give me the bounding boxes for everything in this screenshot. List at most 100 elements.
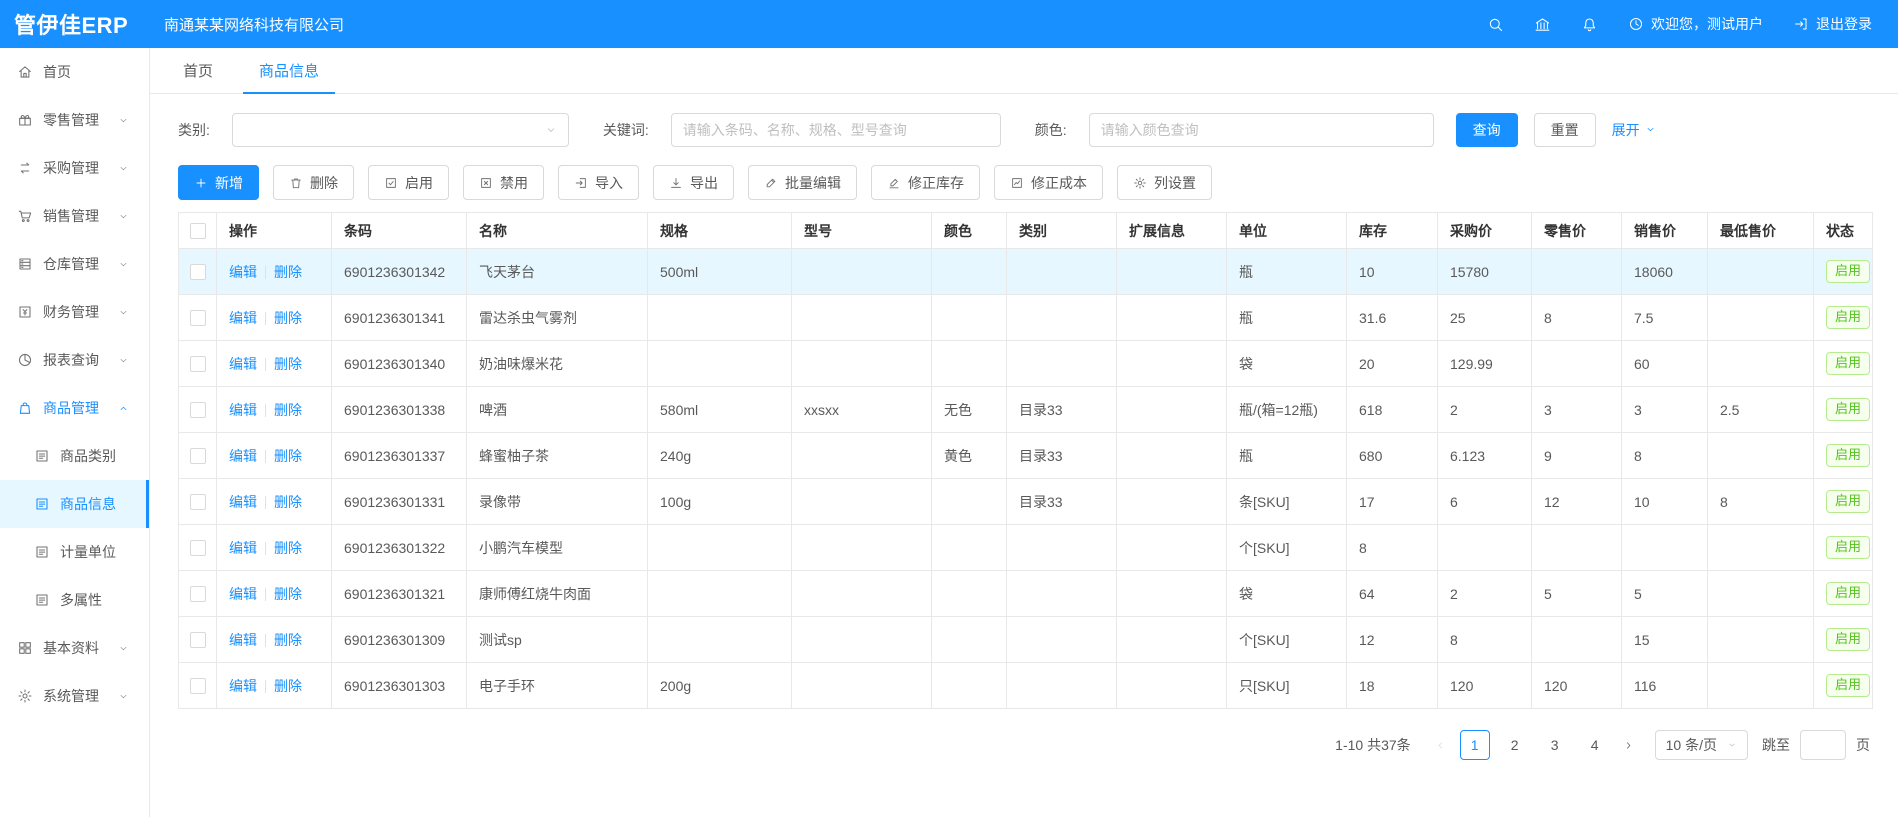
page-button-2[interactable]: 2: [1500, 730, 1530, 760]
bank-icon[interactable]: [1534, 16, 1551, 33]
link-divider: [265, 634, 266, 647]
enable-button[interactable]: 启用: [368, 165, 449, 200]
delete-link[interactable]: 删除: [274, 402, 302, 418]
add-button[interactable]: 新增: [178, 165, 259, 200]
row-checkbox[interactable]: [190, 448, 206, 464]
edit-link[interactable]: 编辑: [229, 494, 257, 510]
cell-retail_price: 9: [1532, 433, 1622, 479]
delete-link[interactable]: 删除: [274, 310, 302, 326]
logout-text: 退出登录: [1816, 14, 1872, 34]
fix-cost-button[interactable]: 修正成本: [994, 165, 1103, 200]
edit-link[interactable]: 编辑: [229, 540, 257, 556]
delete-link[interactable]: 删除: [274, 356, 302, 372]
sidebar-item-attributes[interactable]: 多属性: [0, 576, 149, 624]
bell-icon[interactable]: [1581, 16, 1598, 33]
filter-bar: 类别: 关键词: 颜色: 查询 重置 展开: [178, 94, 1870, 165]
cell-actions: 编辑 删除: [217, 341, 332, 387]
edit-link[interactable]: 编辑: [229, 310, 257, 326]
fix-stock-button[interactable]: 修正库存: [871, 165, 980, 200]
row-checkbox[interactable]: [190, 310, 206, 326]
table-row: 编辑删除6901236301338啤酒580mlxxsxx无色目录33瓶/(箱=…: [179, 387, 1873, 433]
page-button-3[interactable]: 3: [1540, 730, 1570, 760]
home-icon: [17, 64, 33, 80]
cell-barcode: 6901236301342: [332, 249, 467, 295]
sidebar-item-basic-data[interactable]: 基本资料: [0, 624, 149, 672]
import-button[interactable]: 导入: [558, 165, 639, 200]
welcome-user[interactable]: 欢迎您，测试用户: [1628, 14, 1763, 34]
edit-link[interactable]: 编辑: [229, 678, 257, 694]
column-settings-button[interactable]: 列设置: [1117, 165, 1212, 200]
row-checkbox[interactable]: [190, 678, 206, 694]
trash-icon: [289, 176, 303, 190]
cell-model: [792, 663, 932, 709]
export-button[interactable]: 导出: [653, 165, 734, 200]
sidebar-item-purchase[interactable]: 采购管理: [0, 144, 149, 192]
delete-link[interactable]: 删除: [274, 632, 302, 648]
logout-button[interactable]: 退出登录: [1793, 14, 1872, 34]
keyword-input[interactable]: [671, 113, 1001, 147]
row-checkbox[interactable]: [190, 494, 206, 510]
select-all-checkbox[interactable]: [190, 223, 206, 239]
sidebar-item-home[interactable]: 首页: [0, 48, 149, 96]
chevron-down-icon: [118, 115, 129, 126]
sidebar-item-warehouse[interactable]: 仓库管理: [0, 240, 149, 288]
app-logo: 管伊佳ERP: [14, 8, 164, 40]
button-label: 导入: [595, 173, 623, 193]
column-header: 库存: [1347, 213, 1438, 249]
tab-goods-info[interactable]: 商品信息: [243, 48, 335, 93]
delete-link[interactable]: 删除: [274, 586, 302, 602]
tab-home[interactable]: 首页: [167, 48, 229, 93]
sidebar-item-goods-category[interactable]: 商品类别: [0, 432, 149, 480]
edit-link[interactable]: 编辑: [229, 402, 257, 418]
row-checkbox[interactable]: [190, 632, 206, 648]
jump-page-input[interactable]: [1800, 730, 1846, 760]
batch-edit-button[interactable]: 批量编辑: [748, 165, 857, 200]
delete-button[interactable]: 删除: [273, 165, 354, 200]
sidebar-item-finance[interactable]: 财务管理: [0, 288, 149, 336]
cell-color: [932, 341, 1007, 387]
sidebar-item-units[interactable]: 计量单位: [0, 528, 149, 576]
edit-link[interactable]: 编辑: [229, 448, 257, 464]
sidebar-item-retail[interactable]: 零售管理: [0, 96, 149, 144]
chevron-down-icon: [118, 259, 129, 270]
cell-color: 无色: [932, 387, 1007, 433]
sidebar-item-reports[interactable]: 报表查询: [0, 336, 149, 384]
edit-link[interactable]: 编辑: [229, 632, 257, 648]
delete-link[interactable]: 删除: [274, 540, 302, 556]
page-button-1[interactable]: 1: [1460, 730, 1490, 760]
row-checkbox[interactable]: [190, 586, 206, 602]
color-input[interactable]: [1089, 113, 1434, 147]
delete-link[interactable]: 删除: [274, 678, 302, 694]
sidebar: 首页零售管理采购管理销售管理仓库管理财务管理报表查询商品管理商品类别商品信息计量…: [0, 48, 150, 817]
edit-link[interactable]: 编辑: [229, 264, 257, 280]
cell-color: [932, 617, 1007, 663]
row-checkbox[interactable]: [190, 356, 206, 372]
page-button-4[interactable]: 4: [1580, 730, 1610, 760]
list-icon: [34, 592, 50, 608]
row-checkbox[interactable]: [190, 402, 206, 418]
row-checkbox[interactable]: [190, 540, 206, 556]
disable-button[interactable]: 禁用: [463, 165, 544, 200]
reset-button[interactable]: 重置: [1534, 113, 1596, 147]
row-checkbox[interactable]: [190, 264, 206, 280]
delete-link[interactable]: 删除: [274, 264, 302, 280]
delete-link[interactable]: 删除: [274, 494, 302, 510]
search-button[interactable]: 查询: [1456, 113, 1518, 147]
cell-min_price: 2.5: [1708, 387, 1814, 433]
cell-status: 启用: [1814, 525, 1873, 571]
edit-link[interactable]: 编辑: [229, 356, 257, 372]
next-page-button[interactable]: [1615, 731, 1643, 759]
prev-page-button[interactable]: [1427, 731, 1455, 759]
search-icon[interactable]: [1487, 16, 1504, 33]
company-name: 南通某某网络科技有限公司: [164, 14, 344, 35]
sidebar-item-system[interactable]: 系统管理: [0, 672, 149, 720]
delete-link[interactable]: 删除: [274, 448, 302, 464]
edit-link[interactable]: 编辑: [229, 586, 257, 602]
category-select[interactable]: [232, 113, 569, 147]
cell-color: [932, 571, 1007, 617]
sidebar-item-sales[interactable]: 销售管理: [0, 192, 149, 240]
sidebar-item-goods-info[interactable]: 商品信息: [0, 480, 149, 528]
sidebar-item-goods[interactable]: 商品管理: [0, 384, 149, 432]
expand-link[interactable]: 展开: [1612, 120, 1656, 140]
page-size-select[interactable]: 10 条/页: [1655, 730, 1748, 760]
